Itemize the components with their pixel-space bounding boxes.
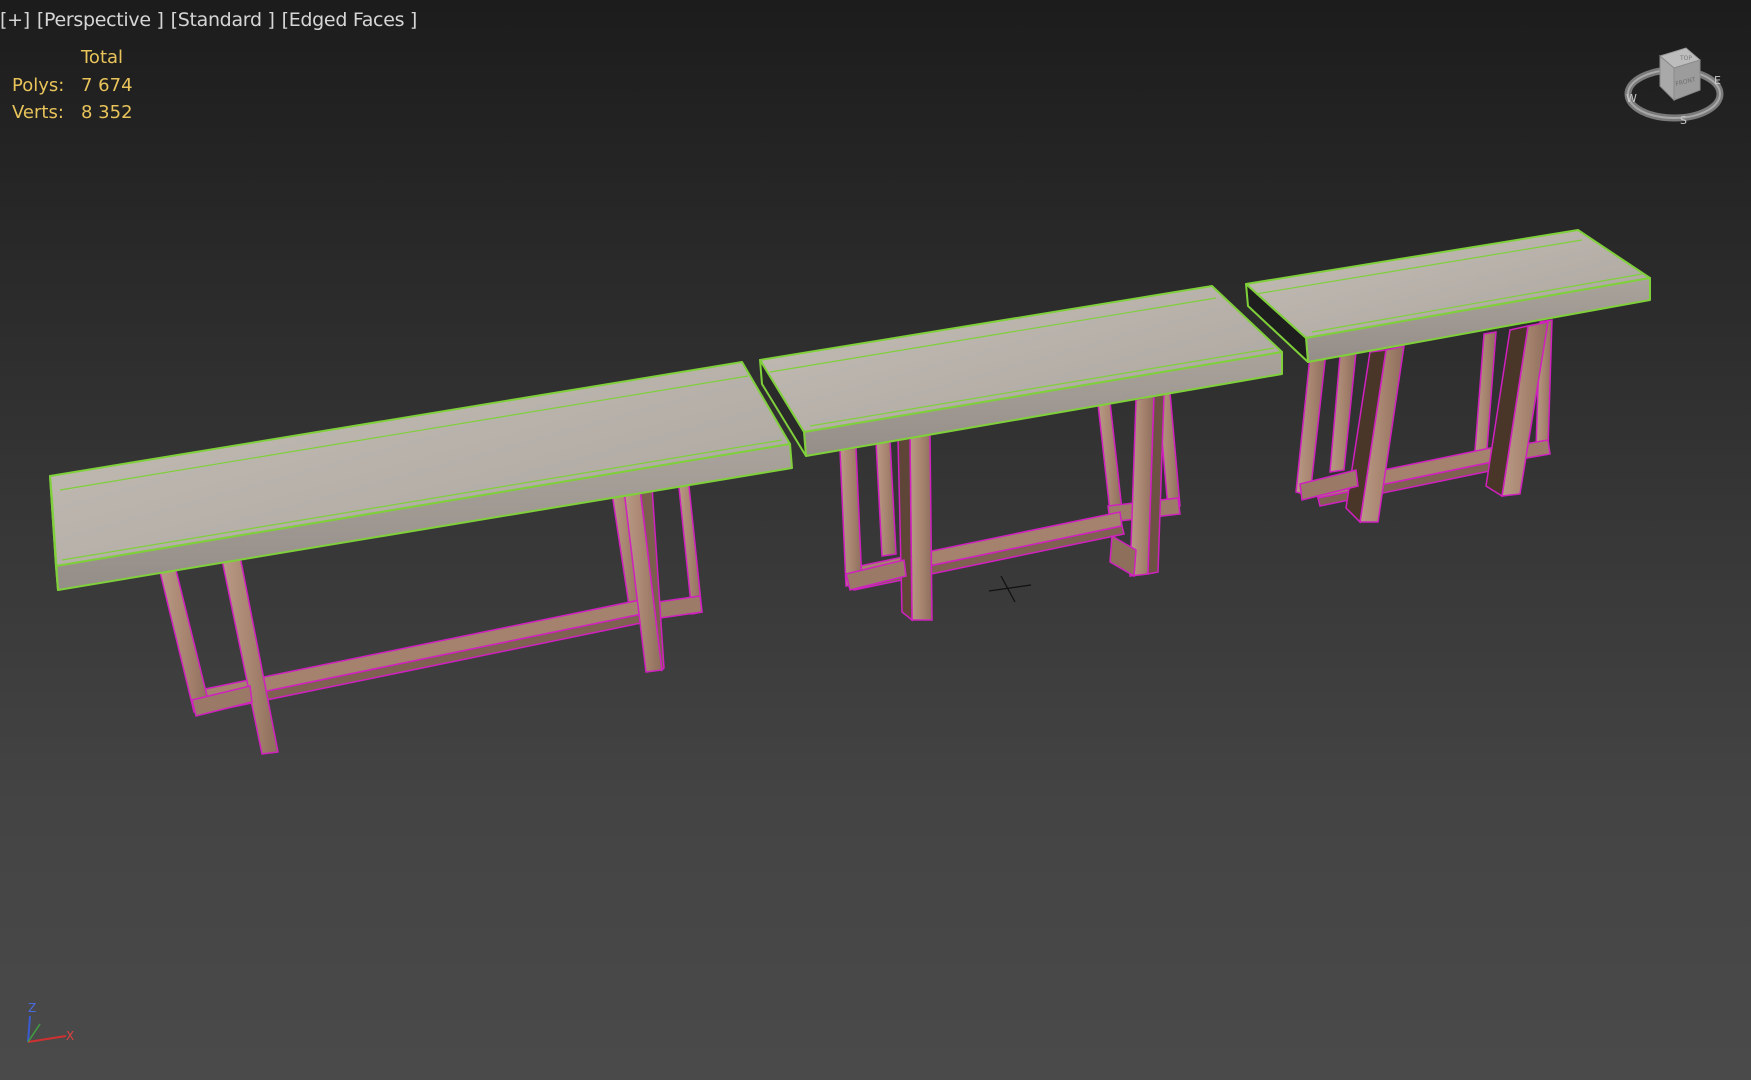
- console-table-1[interactable]: [49, 361, 793, 755]
- console-table-3[interactable]: [1245, 229, 1651, 524]
- viewcube-icon[interactable]: TOP FRONT W S E: [1616, 38, 1728, 130]
- axis-x-label: X: [66, 1029, 74, 1043]
- perspective-viewport[interactable]: [+] [Perspective ] [Standard ] [Edged Fa…: [0, 0, 1751, 1080]
- table-2-tabletop: [759, 285, 1283, 457]
- compass-south-label: S: [1680, 114, 1687, 127]
- console-table-2[interactable]: [759, 285, 1283, 622]
- axis-z-label: Z: [28, 1001, 36, 1015]
- table-1-front-left-legs: [159, 555, 279, 755]
- table-3-front-left-legs: [1295, 345, 1405, 524]
- viewcube-top-label: TOP: [1679, 55, 1692, 62]
- axis-tripod-icon: Z X: [27, 1001, 74, 1043]
- table-3-tabletop: [1245, 229, 1651, 363]
- compass-west-label: W: [1626, 92, 1637, 105]
- compass-east-label: E: [1714, 74, 1721, 87]
- table-2-front-left-legs: [839, 433, 933, 622]
- crosshair-cursor-icon: [988, 575, 1032, 603]
- table-1-tabletop: [49, 361, 793, 591]
- scene-canvas[interactable]: [0, 0, 1751, 1080]
